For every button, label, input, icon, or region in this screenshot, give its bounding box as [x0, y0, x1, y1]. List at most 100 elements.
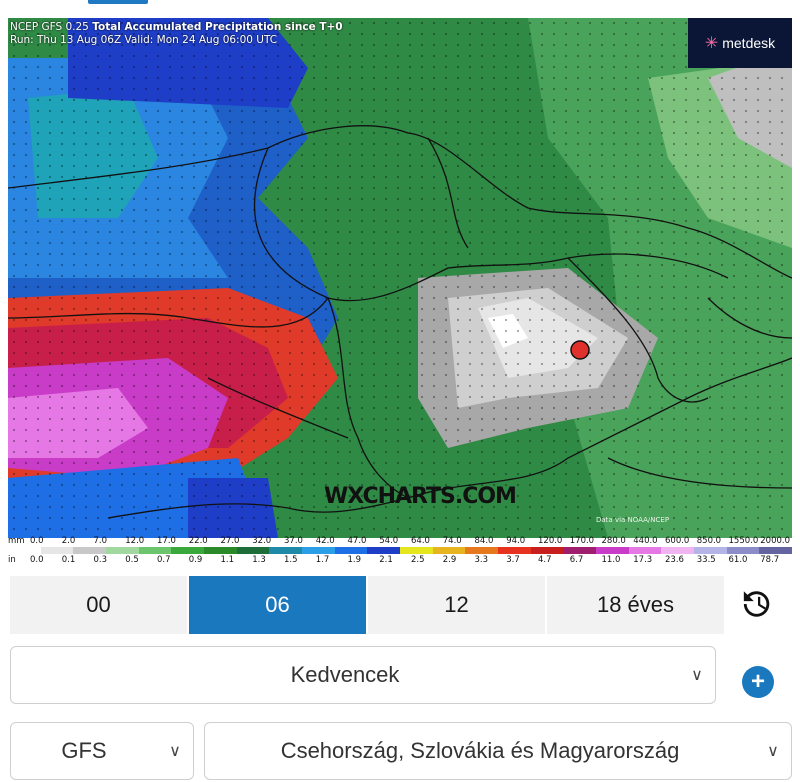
legend-swatch [694, 547, 727, 554]
legend-in-value: 23.6 [665, 555, 684, 565]
legend-in-value: 2.9 [442, 555, 457, 565]
model-run-label: NCEP GFS 0.25 [10, 21, 89, 33]
legend-mm-row: mm 0.0 2.0 7.0 12.0 17.0 22.0 27.0 32.0 37.0 42.0 4… [8, 536, 792, 546]
legend-in-value: 61.0 [728, 555, 748, 565]
legend-swatch [759, 547, 793, 554]
region-select[interactable]: Csehország, Szlovákia és Magyarország ∨ [204, 722, 792, 780]
favorites-select[interactable]: Kedvencek ∨ [10, 646, 716, 704]
legend-swatch [628, 547, 662, 554]
legend-swatch [138, 547, 172, 554]
legend-color-bar [8, 547, 793, 554]
legend-swatch [563, 547, 597, 554]
legend-in-value: 0.0 [30, 555, 44, 565]
history-icon [743, 591, 770, 617]
legend-in-value: 2.5 [411, 555, 425, 565]
legend-swatch [8, 547, 41, 554]
tab-00[interactable]: 00 [10, 576, 189, 634]
legend-mm-value: 120.0 [538, 536, 563, 546]
legend-swatch [204, 547, 237, 554]
region-label: Csehország, Szlovákia és Magyarország [280, 738, 680, 763]
history-button[interactable] [738, 584, 778, 624]
legend-in-unit: in [8, 555, 16, 565]
legend-in-value: 1.3 [252, 555, 266, 565]
legend-in-value: 3.7 [506, 555, 520, 565]
run-valid-label: Run: Thu 13 Aug 06Z Valid: Mon 24 Aug 06… [10, 34, 278, 46]
legend-in-value: 0.3 [93, 555, 108, 565]
legend-mm-value: 440.0 [633, 536, 658, 546]
legend-mm-value: 2000.0 [760, 536, 790, 546]
legend-in-value: 1.1 [220, 555, 235, 565]
legend-mm-value: 54.0 [379, 536, 399, 546]
legend-mm-value: 7.0 [93, 536, 108, 546]
legend-in-value: 6.7 [569, 555, 584, 565]
precipitation-legend: mm 0.0 2.0 7.0 12.0 17.0 22.0 27.0 32.0 37.0 42.0 4… [8, 536, 793, 566]
legend-swatch [498, 547, 531, 554]
legend-swatch [726, 547, 760, 554]
legend-in-value: 17.3 [633, 555, 653, 565]
legend-mm-value: 600.0 [665, 536, 690, 546]
legend-swatch [171, 547, 205, 554]
legend-swatch [236, 547, 270, 554]
legend-swatch [269, 547, 303, 554]
legend-swatch [334, 547, 368, 554]
active-indicator [88, 0, 148, 4]
legend-swatch [400, 547, 433, 554]
legend-swatch [73, 547, 107, 554]
chevron-down-icon: ∨ [767, 743, 779, 760]
legend-mm-value: 0.0 [30, 536, 44, 546]
legend-mm-value: 94.0 [506, 536, 526, 546]
legend-mm-value: 37.0 [284, 536, 303, 546]
time-tabs: 00 06 12 18 éves [10, 576, 724, 634]
watermark: WXCHARTS.COM [324, 484, 517, 509]
legend-mm-value: 22.0 [188, 536, 208, 546]
legend-mm-value: 1550.0 [728, 536, 759, 546]
legend-swatch [432, 547, 466, 554]
legend-mm-value: 74.0 [442, 536, 462, 546]
legend-swatch [302, 547, 335, 554]
legend-in-value: 0.5 [125, 555, 139, 565]
data-credit: Data via NOAA/NCEP [596, 516, 670, 524]
plus-icon: + [750, 668, 765, 695]
model-select[interactable]: GFS ∨ [10, 722, 194, 780]
model-label: GFS [61, 738, 107, 763]
add-favorite-button[interactable]: + [742, 666, 774, 698]
legend-in-value: 0.9 [188, 555, 203, 565]
legend-mm-value: 47.0 [347, 536, 367, 546]
legend-in-value: 3.3 [474, 555, 489, 565]
chevron-down-icon: ∨ [691, 667, 703, 684]
chevron-down-icon: ∨ [169, 743, 181, 760]
tab-12[interactable]: 12 [368, 576, 547, 634]
legend-mm-value: 850.0 [696, 536, 722, 546]
tab-18[interactable]: 18 éves [547, 576, 724, 634]
legend-in-value: 1.9 [347, 555, 362, 565]
legend-swatch [465, 547, 499, 554]
legend-mm-value: 2.0 [61, 536, 76, 546]
legend-in-value: 78.7 [760, 555, 780, 565]
legend-in-value: 1.5 [284, 555, 298, 565]
legend-mm-value: 17.0 [157, 536, 176, 546]
legend-in-value: 0.7 [157, 555, 171, 565]
legend-in-value: 4.7 [538, 555, 552, 565]
legend-mm-value: 12.0 [125, 536, 145, 546]
legend-mm-unit: mm [8, 536, 25, 546]
metdesk-star-icon: ✳ [704, 35, 719, 52]
legend-mm-value: 32.0 [252, 536, 272, 546]
legend-mm-value: 170.0 [569, 536, 595, 546]
legend-swatch [596, 547, 629, 554]
legend-mm-value: 280.0 [601, 536, 626, 546]
legend-swatch [661, 547, 695, 554]
legend-in-value: 0.1 [61, 555, 76, 565]
legend-mm-value: 64.0 [411, 536, 430, 546]
precipitation-map: NCEP GFS 0.25 Total Accumulated Precipit… [8, 18, 792, 538]
legend-mm-value: 27.0 [220, 536, 240, 546]
favorites-label: Kedvencek [290, 662, 400, 687]
legend-in-value: 11.0 [601, 555, 621, 565]
tab-06[interactable]: 06 [189, 576, 368, 634]
legend-swatch [367, 547, 401, 554]
legend-mm-value: 42.0 [315, 536, 335, 546]
legend-swatch [106, 547, 139, 554]
top-bar [0, 0, 800, 10]
logo-text: metdesk [722, 35, 776, 51]
legend-in-value: 33.5 [696, 555, 716, 565]
legend-swatch [530, 547, 564, 554]
